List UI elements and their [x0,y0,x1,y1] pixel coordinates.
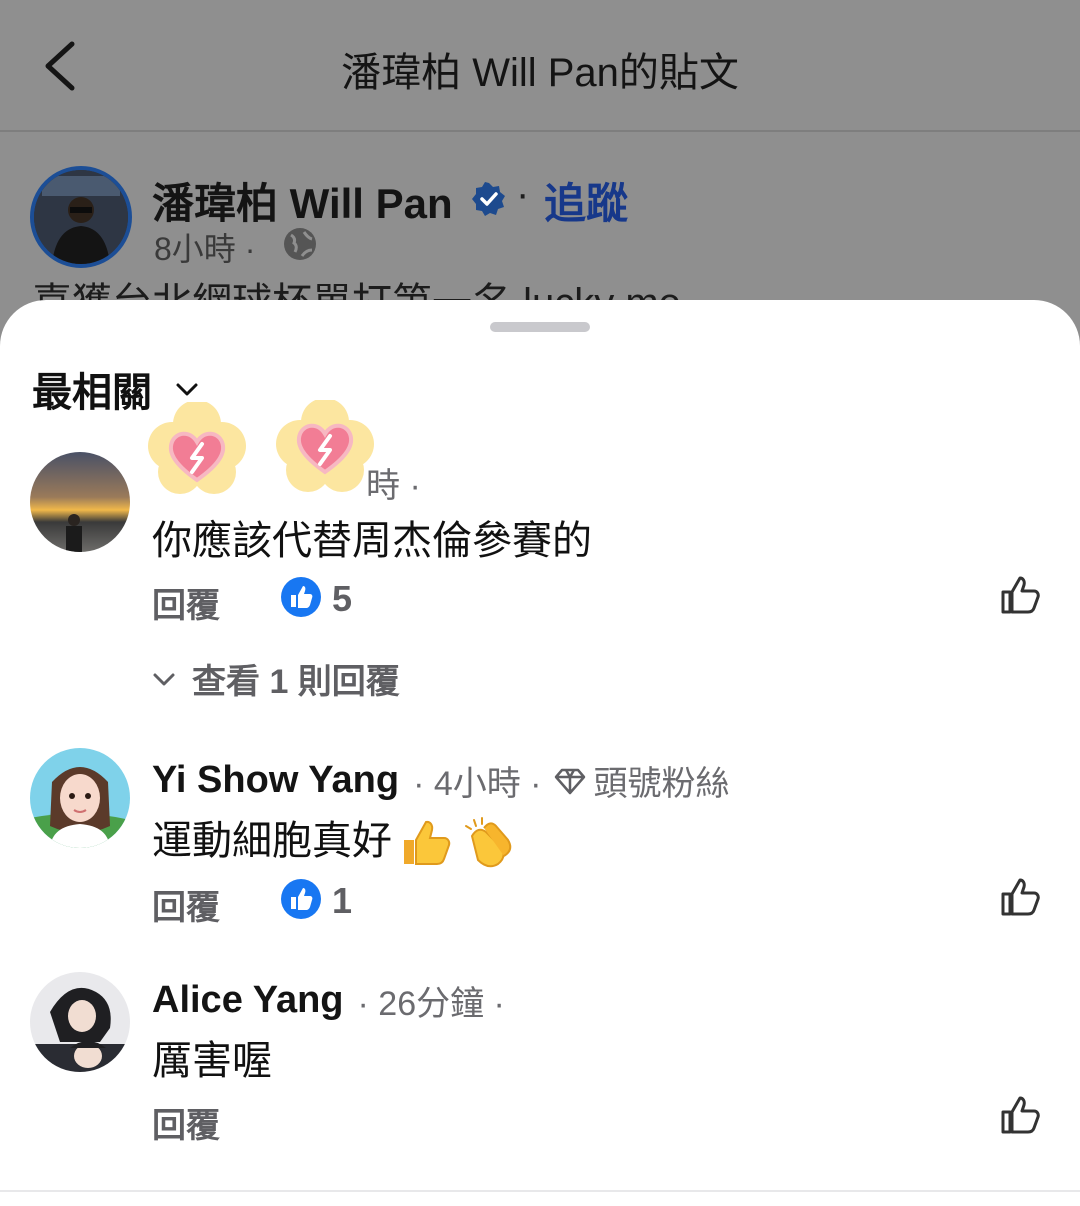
diamond-icon [554,768,585,794]
heart-sticker-icon [276,400,374,492]
thumbs-up-icon[interactable] [1000,574,1042,616]
comment-text: 厲害喔 [152,1039,272,1083]
comment-item: 時 · 你應該代替周杰倫參賽的 回覆 5 查看 1 則回覆 [0,400,1080,703]
top-navigation-bar: 潘瑋柏 Will Pan的貼文 [0,0,1080,132]
sort-label: 最相關 [32,371,152,415]
chevron-down-icon [176,383,198,396]
comment-text: 你應該代替周杰倫參賽的 [152,519,592,563]
comment-text-content: 運動細胞真好 [152,819,392,863]
heart-sticker-icon [148,402,246,494]
comment-text: 運動細胞真好 [152,808,516,870]
comment-header: Alice Yang · 26分鐘 · [152,976,505,1025]
thumbs-up-emoji-icon [404,821,451,866]
commenter-avatar[interactable] [30,748,130,848]
commenter-name[interactable]: Alice Yang [152,979,344,1022]
page-title: 潘瑋柏 Will Pan的貼文 [341,51,739,95]
reply-button[interactable]: 回覆 [152,578,220,627]
top-fan-badge: 頭號粉絲 [593,765,730,803]
like-count: 5 [332,578,353,619]
verified-badge-icon [472,182,505,216]
thumbs-up-icon[interactable] [1000,876,1042,918]
comment-header: Yi Show Yang · 4小時 · 頭號粉絲 [152,756,730,805]
follow-button[interactable]: 追蹤 [544,170,628,231]
view-replies-label: 查看 1 則回覆 [192,663,400,701]
post-author-avatar[interactable] [30,166,132,268]
reply-button[interactable]: 回覆 [152,880,220,929]
thumbs-up-icon[interactable] [1000,1094,1042,1136]
chevron-down-icon [153,673,175,685]
background-post-page: 潘瑋柏 Will Pan的貼文 潘瑋柏 Will Pan · 追蹤 8小時 · … [0,0,1080,330]
clapping-hands-emoji-icon [465,817,512,868]
like-reaction-icon [281,879,321,919]
commenter-avatar[interactable] [30,972,130,1072]
comments-sheet: 最相關 時 · 你應該代替周杰倫參賽的 回覆 5 查看 1 則回覆 Yi Sho… [0,300,1080,1206]
like-count: 1 [332,880,353,921]
commenter-avatar[interactable] [30,452,130,552]
reply-button[interactable]: 回覆 [152,1098,220,1147]
view-replies-button[interactable]: 查看 1 則回覆 [152,654,400,703]
post-timestamp: 8小時 · [154,231,256,267]
divider [0,1190,1080,1192]
comment-time: · 4小時 · [413,765,542,803]
globe-icon [284,228,316,260]
like-reaction-icon [281,577,321,617]
commenter-name[interactable]: Yi Show Yang [152,759,399,802]
comment-item: Yi Show Yang · 4小時 · 頭號粉絲 運動細胞真好 回覆 1 [0,748,1080,928]
separator-dot: · [516,172,530,216]
sheet-grabber-handle[interactable] [490,322,590,332]
comment-time: · 26分鐘 · [357,985,505,1023]
comment-item: Alice Yang · 26分鐘 · 厲害喔 回覆 [0,972,1080,1145]
post-author-name[interactable]: 潘瑋柏 Will Pan [152,170,453,231]
